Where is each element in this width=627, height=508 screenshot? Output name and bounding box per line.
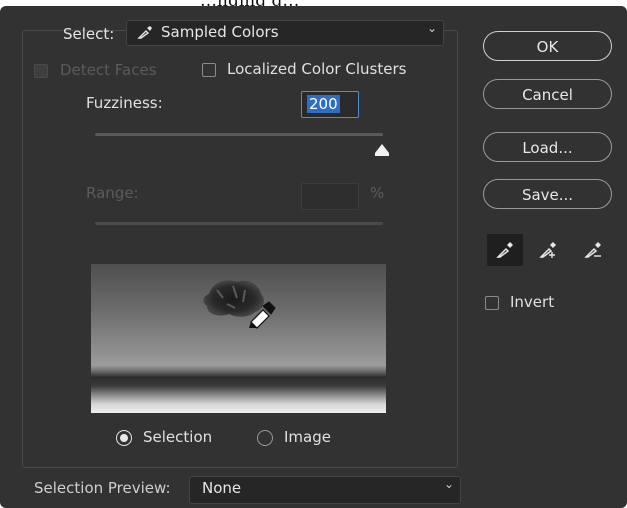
range-input[interactable]: [301, 183, 359, 210]
fuzziness-input[interactable]: 200: [301, 91, 359, 118]
chevron-down-icon: ⌄: [443, 477, 454, 491]
load-button[interactable]: Load...: [483, 132, 612, 162]
image-radio[interactable]: [257, 430, 273, 446]
fuzziness-value: 200: [307, 95, 340, 113]
fuzziness-slider-track[interactable]: [95, 133, 383, 136]
subtract-from-sample-tool-button[interactable]: [575, 234, 611, 266]
selection-preview-image[interactable]: [91, 264, 386, 413]
eyedropper-tool-button[interactable]: [487, 234, 523, 266]
selection-preview-dropdown[interactable]: None ⌄: [189, 476, 461, 504]
select-dropdown[interactable]: Sampled Colors ⌄: [126, 20, 444, 46]
invert-checkbox[interactable]: [485, 296, 499, 310]
range-slider-track[interactable]: [95, 222, 383, 225]
eyedropper-plus-icon: [539, 242, 556, 258]
detect-faces-label: Detect Faces: [60, 61, 157, 79]
ok-button[interactable]: OK: [483, 31, 612, 61]
select-value: Sampled Colors: [161, 23, 279, 41]
eyedropper-icon: [496, 242, 513, 258]
localized-clusters-label: Localized Color Clusters: [227, 60, 407, 78]
localized-clusters-checkbox[interactable]: [202, 63, 216, 77]
image-radio-label: Image: [284, 428, 331, 446]
fuzziness-label: Fuzziness:: [86, 94, 163, 112]
save-button[interactable]: Save...: [483, 179, 612, 209]
color-range-dialog: Select: Sampled Colors ⌄ Detect Faces Lo…: [0, 6, 627, 508]
range-unit: %: [370, 184, 385, 202]
detect-faces-checkbox[interactable]: [34, 64, 48, 78]
eyedropper-minus-icon: [584, 242, 601, 258]
select-label: Select:: [63, 25, 115, 43]
selection-radio-label: Selection: [143, 428, 213, 446]
cancel-button[interactable]: Cancel: [483, 79, 612, 109]
selection-preview-value: None: [202, 479, 242, 497]
eyedropper-icon: [137, 26, 152, 39]
preview-graphic: [203, 280, 276, 329]
fuzziness-slider-thumb[interactable]: [374, 143, 390, 157]
add-to-sample-tool-button[interactable]: [530, 234, 566, 266]
chevron-down-icon: ⌄: [426, 21, 437, 35]
invert-label: Invert: [510, 293, 555, 311]
selection-radio[interactable]: [116, 430, 132, 446]
range-label: Range:: [86, 184, 139, 202]
selection-preview-label: Selection Preview:: [34, 479, 171, 497]
